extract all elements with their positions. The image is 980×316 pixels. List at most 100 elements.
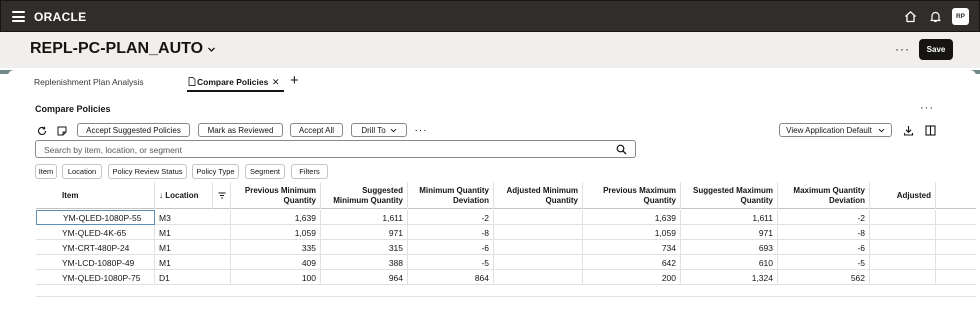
column-header-maximum-quantity-deviation[interactable]: Maximum Quantity Deviation [778,182,870,209]
cell-location[interactable]: D1 [155,270,231,285]
table-header: Item ↓ Location Previous Minimum Quantit… [36,182,976,209]
note-icon[interactable] [55,124,68,137]
cell-previous-minimum-quantity[interactable]: 335 [231,240,321,255]
cell-maximum-quantity-deviation[interactable]: 562 [778,270,870,285]
cell-previous-minimum-quantity[interactable]: 1,059 [231,225,321,240]
cell-item[interactable]: YM-QLED-1080P-55 [36,210,155,225]
cell-suggested-maximum-quantity[interactable]: 971 [681,225,778,240]
column-header-suggested-maximum-quantity[interactable]: Suggested Maximum Quantity [681,182,778,209]
cell-maximum-quantity-deviation[interactable]: -5 [778,255,870,270]
cell-suggested-maximum-quantity[interactable]: 1,611 [681,210,778,225]
menu-icon[interactable] [12,11,25,22]
cell-suggested-minimum-quantity[interactable]: 315 [321,240,408,255]
search-input[interactable] [44,144,604,155]
column-header-previous-minimum-quantity[interactable]: Previous Minimum Quantity [231,182,321,209]
cell-maximum-quantity-deviation[interactable]: -2 [778,210,870,225]
cell-adjusted-minimum-quantity[interactable] [494,270,583,285]
download-icon[interactable] [902,124,915,137]
cell-previous-maximum-quantity[interactable]: 200 [583,270,681,285]
drill-to-menu-button[interactable]: Drill To [351,123,407,137]
cell-previous-maximum-quantity[interactable]: 642 [583,255,681,270]
cell-item[interactable]: YM-LCD-1080P-49 [36,255,155,270]
cell-previous-maximum-quantity[interactable]: 1,639 [583,210,681,225]
column-header-adjusted-minimum-quantity[interactable]: Adjusted Minimum Quantity [494,182,583,209]
cell-adjusted-minimum-quantity[interactable] [494,225,583,240]
cell-location[interactable]: M1 [155,255,231,270]
cell-item[interactable]: YM-QLED-1080P-75 [36,270,155,285]
home-icon[interactable] [902,9,918,25]
filter-chip-location[interactable]: Location [62,164,102,179]
table-row[interactable]: YM-QLED-1080P-75 D1 100 964 864 200 1,324 562 [36,270,976,285]
search-field[interactable] [35,140,636,158]
add-tab-icon[interactable]: + [290,72,299,89]
tab-replenishment-plan-analysis[interactable]: Replenishment Plan Analysis [34,77,144,87]
view-select-value: View Application Default [786,125,872,135]
cell-previous-maximum-quantity[interactable]: 734 [583,240,681,255]
cell-suggested-maximum-quantity[interactable]: 610 [681,255,778,270]
refresh-icon[interactable] [35,124,48,137]
cell-minimum-quantity-deviation[interactable]: -8 [408,225,494,240]
cell-adjusted[interactable] [870,210,936,225]
cell-adjusted-minimum-quantity[interactable] [494,240,583,255]
page-title[interactable]: REPL-PC-PLAN_AUTO [30,40,216,58]
view-select[interactable]: View Application Default [779,123,892,137]
close-icon[interactable]: ✕ [272,77,280,88]
cell-previous-minimum-quantity[interactable]: 100 [231,270,321,285]
filter-chip-filters[interactable]: Filters [291,164,328,179]
accept-all-button[interactable]: Accept All [290,123,343,137]
cell-adjusted[interactable] [870,270,936,285]
cell-location[interactable]: M3 [155,210,231,225]
cell-minimum-quantity-deviation[interactable]: -6 [408,240,494,255]
cell-adjusted[interactable] [870,225,936,240]
mark-as-reviewed-button[interactable]: Mark as Reviewed [198,123,283,137]
cell-suggested-minimum-quantity[interactable]: 964 [321,270,408,285]
cell-suggested-minimum-quantity[interactable]: 1,611 [321,210,408,225]
bell-icon[interactable] [927,9,943,25]
table-row[interactable]: YM-QLED-4K-65 M1 1,059 971 -8 1,059 971 -8 [36,225,976,240]
search-icon[interactable] [616,144,627,155]
user-avatar[interactable]: RP [952,8,969,25]
columns-icon[interactable] [924,124,937,137]
column-header-suggested-minimum-quantity[interactable]: Suggested Minimum Quantity [321,182,408,209]
cell-previous-minimum-quantity[interactable]: 1,639 [231,210,321,225]
page-more-button[interactable]: ··· [895,42,910,56]
column-header-minimum-quantity-deviation[interactable]: Minimum Quantity Deviation [408,182,494,209]
toolbar-more-button[interactable]: ··· [413,124,429,137]
column-header-location[interactable]: ↓ Location [155,182,213,209]
tab-compare-policies[interactable]: Compare Policies [197,77,268,87]
cell-adjusted[interactable] [870,255,936,270]
cell-item[interactable]: YM-CRT-480P-24 [36,240,155,255]
save-button[interactable]: Save [919,39,953,60]
column-header-adjusted[interactable]: Adjusted [870,182,936,209]
cell-suggested-maximum-quantity[interactable]: 693 [681,240,778,255]
table-footer-spacer [36,296,976,312]
cell-minimum-quantity-deviation[interactable]: -5 [408,255,494,270]
filter-chip-policy-review-status[interactable]: Policy Review Status [108,164,187,179]
section-more-button[interactable]: ··· [920,102,934,114]
column-header-filter[interactable] [213,182,231,209]
cell-item[interactable]: YM-QLED-4K-65 [36,225,155,240]
table-row[interactable]: YM-LCD-1080P-49 M1 409 388 -5 642 610 -5 [36,255,976,270]
cell-minimum-quantity-deviation[interactable]: -2 [408,210,494,225]
cell-maximum-quantity-deviation[interactable]: -6 [778,240,870,255]
cell-suggested-minimum-quantity[interactable]: 388 [321,255,408,270]
cell-minimum-quantity-deviation[interactable]: 864 [408,270,494,285]
table-row[interactable]: YM-CRT-480P-24 M1 335 315 -6 734 693 -6 [36,240,976,255]
table-row[interactable]: YM-QLED-1080P-55 M3 1,639 1,611 -2 1,639 1,611… [36,210,976,225]
cell-adjusted[interactable] [870,240,936,255]
cell-suggested-minimum-quantity[interactable]: 971 [321,225,408,240]
column-header-item[interactable]: Item [36,182,155,209]
cell-location[interactable]: M1 [155,240,231,255]
cell-adjusted-minimum-quantity[interactable] [494,255,583,270]
cell-adjusted-minimum-quantity[interactable] [494,210,583,225]
cell-previous-minimum-quantity[interactable]: 409 [231,255,321,270]
filter-chip-policy-type[interactable]: Policy Type [192,164,239,179]
accept-suggested-policies-button[interactable]: Accept Suggested Policies [77,123,190,137]
column-header-previous-maximum-quantity[interactable]: Previous Maximum Quantity [583,182,681,209]
cell-maximum-quantity-deviation[interactable]: -8 [778,225,870,240]
filter-chip-item[interactable]: Item [35,164,57,179]
cell-suggested-maximum-quantity[interactable]: 1,324 [681,270,778,285]
filter-chip-segment[interactable]: Segment [245,164,285,179]
cell-location[interactable]: M1 [155,225,231,240]
cell-previous-maximum-quantity[interactable]: 1,059 [583,225,681,240]
